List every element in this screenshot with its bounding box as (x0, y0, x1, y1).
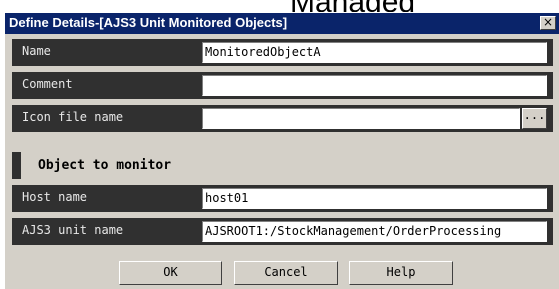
host-name-field[interactable]: host01 (202, 188, 547, 209)
name-label: Name (22, 44, 51, 58)
browse-button[interactable]: ... (522, 108, 547, 129)
unit-name-field[interactable]: AJSROOT1:/StockManagement/OrderProcessin… (202, 221, 547, 242)
unit-name-row: AJS3 unit name AJSROOT1:/StockManagement… (12, 218, 553, 245)
host-name-label: Host name (22, 190, 88, 204)
title-bar: Define Details-[AJS3 Unit Monitored Obje… (5, 13, 559, 34)
comment-field[interactable] (202, 75, 547, 96)
comment-row: Comment (12, 72, 553, 99)
icon-file-label: Icon file name (22, 110, 124, 124)
window-title: Define Details-[AJS3 Unit Monitored Obje… (9, 15, 288, 30)
section-marker (12, 152, 21, 179)
ok-button[interactable]: OK (119, 261, 222, 285)
background-heading-text: Managed (290, 0, 415, 12)
host-name-row: Host name host01 (12, 185, 553, 212)
close-button[interactable]: × (540, 16, 556, 30)
icon-file-field[interactable] (202, 108, 520, 129)
define-details-dialog: Define Details-[AJS3 Unit Monitored Obje… (4, 12, 559, 289)
close-icon: × (542, 15, 554, 29)
help-button[interactable]: Help (349, 261, 453, 285)
unit-name-label: AJS3 unit name (22, 223, 124, 237)
name-row: Name MonitoredObjectA (12, 39, 553, 66)
section-title: Object to monitor (38, 158, 172, 173)
icon-file-row: Icon file name ... (12, 105, 553, 132)
background-heading-fragment: Managed (0, 0, 559, 12)
name-field[interactable]: MonitoredObjectA (202, 42, 547, 63)
cancel-button[interactable]: Cancel (234, 261, 338, 285)
comment-label: Comment (22, 77, 73, 91)
